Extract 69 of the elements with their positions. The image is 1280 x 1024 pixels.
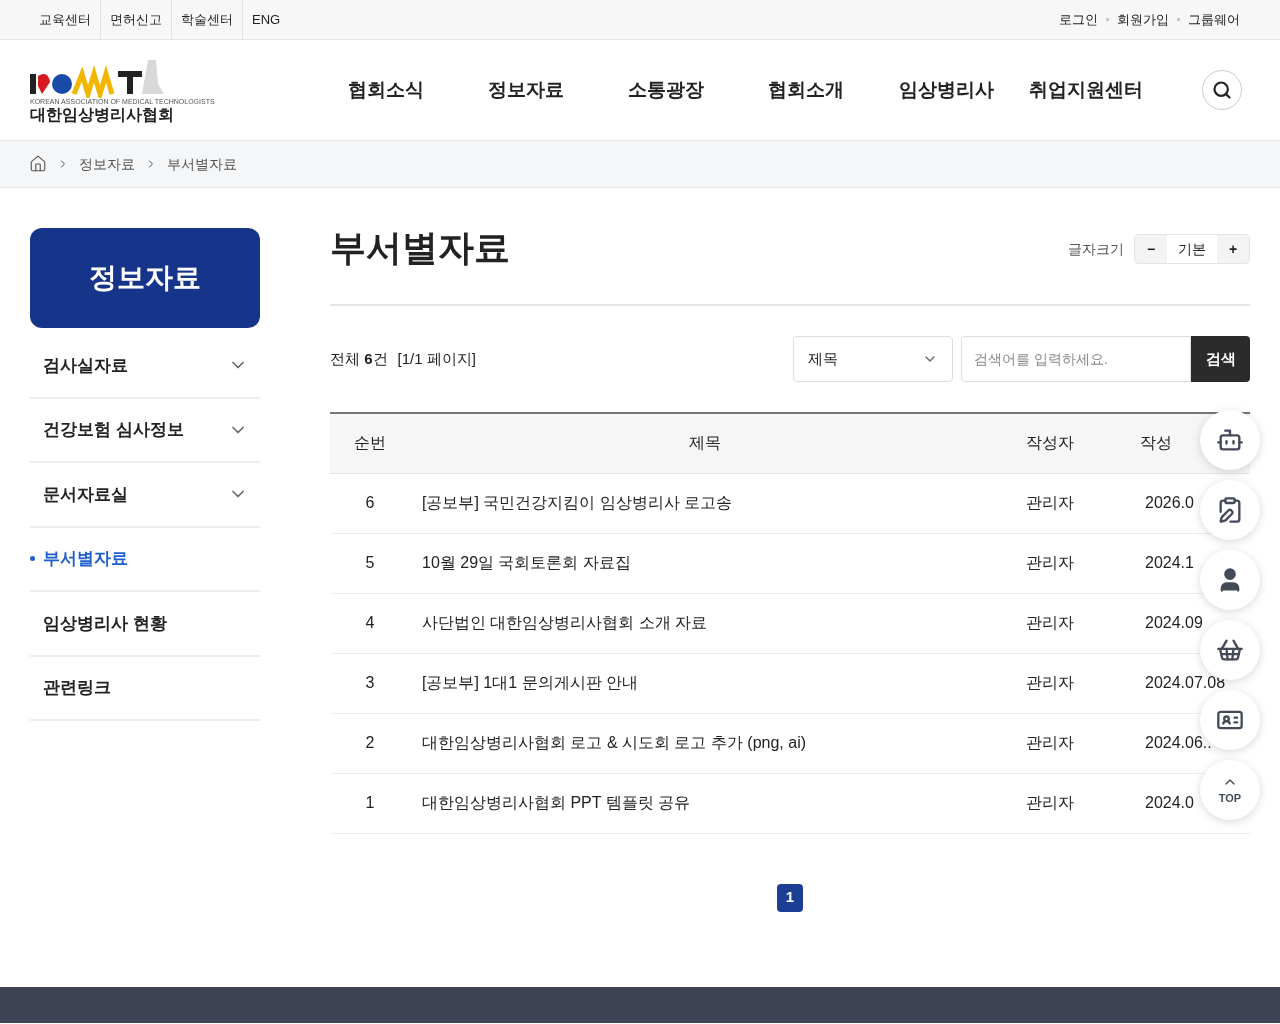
top-link[interactable]: ENG bbox=[242, 0, 290, 40]
home-icon[interactable] bbox=[29, 155, 47, 173]
table-cell: 관리자 bbox=[1000, 713, 1100, 773]
post-title-link[interactable]: 대한임상병리사협회 로고 & 시도회 로고 추가 (png, ai) bbox=[422, 734, 807, 751]
top-link[interactable]: 학술센터 bbox=[171, 0, 242, 40]
page-title: 부서별자료 bbox=[330, 230, 510, 266]
page-number[interactable]: 1 bbox=[777, 883, 803, 912]
account-link[interactable]: 로그인 bbox=[1059, 9, 1098, 30]
account-link[interactable]: 그룹웨어 bbox=[1188, 9, 1240, 30]
table-cell: 2024.07.08 bbox=[1145, 674, 1226, 691]
search-field[interactable]: 검색어를 입력하세요. bbox=[961, 336, 1191, 382]
table-cell: 1 bbox=[330, 773, 410, 833]
sidebar-item[interactable]: 건강보험 심사정보 bbox=[30, 398, 260, 463]
post-title-link[interactable]: [공보부] 1대1 문의게시판 안내 bbox=[422, 674, 639, 691]
decrease-font-button[interactable]: − bbox=[1135, 235, 1167, 263]
table-cell: 2026.0 bbox=[1145, 494, 1194, 511]
post-title-link[interactable]: [공보부] 국민건강지킴이 임상병리사 로고송 bbox=[422, 494, 733, 511]
table-cell: 5 bbox=[330, 533, 410, 593]
post-title-link[interactable]: 사단법인 대한임상병리사협회 소개 자료 bbox=[422, 614, 708, 631]
sidebar-item[interactable]: 검사실자료 bbox=[30, 334, 260, 399]
top-link[interactable]: 면허신고 bbox=[100, 0, 171, 40]
table-cell: 관리자 bbox=[1000, 653, 1100, 713]
post-title-link[interactable]: 대한임상병리사협회 PPT 템플릿 공유 bbox=[422, 794, 691, 811]
breadcrumb-link[interactable]: 부서별자료 bbox=[167, 153, 237, 175]
table-cell: 4 bbox=[330, 593, 410, 653]
sidebar-item[interactable]: 관련링크 bbox=[30, 656, 260, 721]
search-icon bbox=[1212, 80, 1232, 100]
sidebar-item[interactable]: 임상병리사 현황 bbox=[30, 592, 260, 657]
sidebar-item[interactable]: 문서자료실 bbox=[30, 463, 260, 528]
nav-item[interactable]: 임상병리사 bbox=[876, 75, 1016, 105]
breadcrumb-link[interactable]: 정보자료 bbox=[79, 153, 135, 175]
sidebar-banner: 정보자료 bbox=[30, 228, 260, 328]
font-size-label: 글자크기 bbox=[1068, 239, 1124, 259]
account-link[interactable]: 회원가입 bbox=[1117, 9, 1169, 30]
column-header: 작성자 bbox=[1026, 434, 1074, 452]
quick-menu-button[interactable] bbox=[1200, 480, 1260, 540]
increase-font-button[interactable]: + bbox=[1217, 235, 1249, 263]
nav-item[interactable]: 정보자료 bbox=[456, 75, 596, 105]
table-cell: 관리자 bbox=[1000, 533, 1100, 593]
table-cell: 2 bbox=[330, 713, 410, 773]
table-cell: 관리자 bbox=[1000, 473, 1100, 533]
table-cell: 관리자 bbox=[1000, 593, 1100, 653]
table-cell: 2024.09 bbox=[1145, 614, 1203, 631]
search-submit-button[interactable]: 검색 bbox=[1191, 336, 1250, 382]
dot-separator bbox=[1106, 18, 1109, 21]
back-to-top-button[interactable]: TOP bbox=[1200, 760, 1260, 820]
page-indicator: [1/1 페이지] bbox=[397, 348, 476, 369]
table-cell: 관리자 bbox=[1000, 773, 1100, 833]
table-cell: 2024.0 bbox=[1145, 794, 1194, 811]
table-cell: 2024.1 bbox=[1145, 554, 1194, 571]
quick-menu-button[interactable] bbox=[1200, 550, 1260, 610]
dot-separator bbox=[1177, 18, 1180, 21]
column-header: 제목 bbox=[689, 434, 721, 452]
quick-menu-button[interactable] bbox=[1200, 410, 1260, 470]
sidebar-item[interactable]: 부서별자료 bbox=[30, 527, 260, 592]
nav-item[interactable]: 취업지원센터 bbox=[1016, 75, 1156, 105]
nav-item[interactable]: 소통광장 bbox=[596, 75, 736, 105]
column-header: 작성 bbox=[1140, 434, 1172, 452]
table-cell: 6 bbox=[330, 473, 410, 533]
logo-name: 대한임상병리사협회 bbox=[30, 104, 175, 125]
top-link[interactable]: 교육센터 bbox=[30, 0, 100, 40]
nav-item[interactable]: 협회소식 bbox=[316, 75, 456, 105]
total-count: 전체 6건 bbox=[330, 348, 388, 369]
nav-item[interactable]: 협회소개 bbox=[736, 75, 876, 105]
table-cell: 2024.06.. bbox=[1145, 734, 1212, 751]
column-header: 순번 bbox=[354, 434, 386, 452]
table-cell: 3 bbox=[330, 653, 410, 713]
post-title-link[interactable]: 10월 29일 국회토론회 자료집 bbox=[422, 554, 631, 571]
search-category-select[interactable]: 제목 bbox=[793, 336, 953, 382]
